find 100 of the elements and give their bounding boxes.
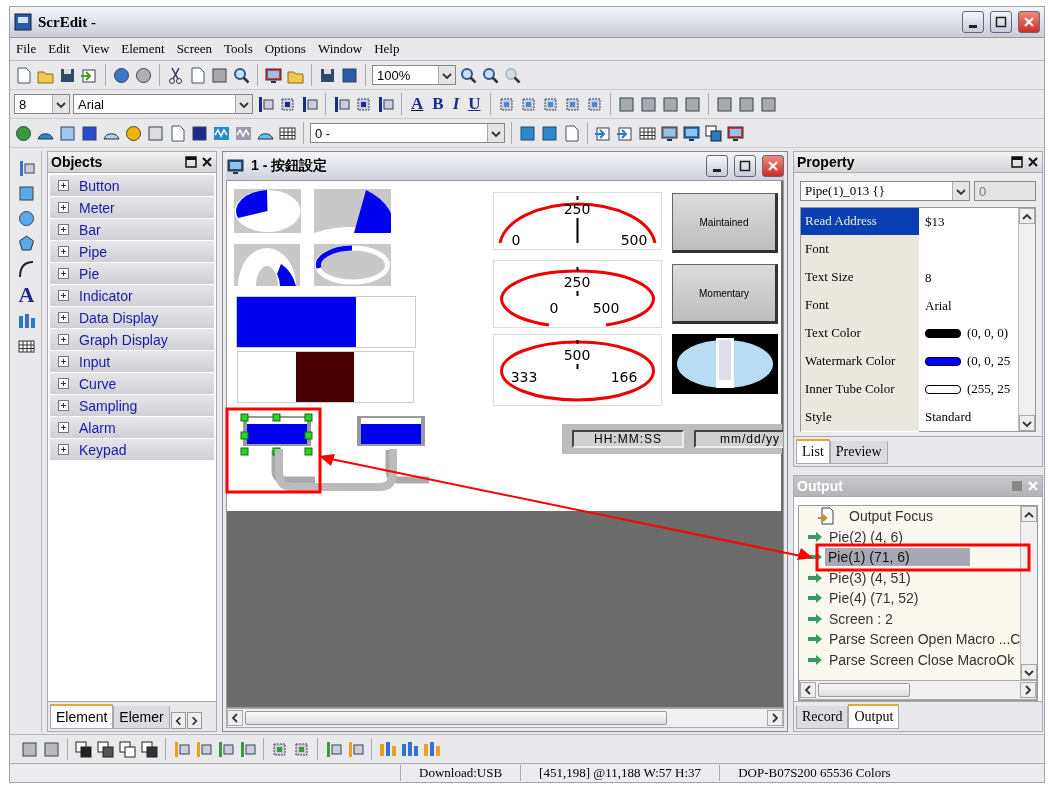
restore-icon[interactable]: [185, 156, 197, 168]
download-icon[interactable]: [682, 123, 701, 143]
panel-tab[interactable]: Output: [848, 704, 900, 729]
size-icon[interactable]: [400, 739, 419, 759]
font-dropdown[interactable]: Arial: [73, 94, 253, 114]
output-row[interactable]: Parse Screen Open Macro ...C: [799, 629, 1021, 650]
minimize-button[interactable]: [706, 155, 728, 177]
menu-item[interactable]: Window: [317, 41, 363, 57]
text-style-button[interactable]: I: [449, 94, 463, 114]
size-icon[interactable]: [378, 739, 397, 759]
object-category[interactable]: Indicator: [50, 285, 214, 306]
menu-item[interactable]: File: [16, 41, 37, 57]
expand-icon[interactable]: [58, 400, 69, 411]
scroll-right-button[interactable]: [1020, 682, 1037, 698]
expand-icon[interactable]: [58, 444, 69, 455]
panel-tab[interactable]: Elemer: [113, 706, 170, 729]
expand-icon[interactable]: [58, 180, 69, 191]
expand-icon[interactable]: [58, 224, 69, 235]
element-dropdown[interactable]: 0 -: [310, 123, 505, 143]
expand-icon[interactable]: [58, 312, 69, 323]
close-button[interactable]: [1018, 11, 1040, 33]
on-button-icon[interactable]: [14, 123, 33, 143]
menu-item[interactable]: Screen: [176, 41, 212, 57]
scroll-down-button[interactable]: [1019, 415, 1036, 431]
scale-icon[interactable]: [17, 312, 36, 331]
panel-tab[interactable]: Element: [50, 704, 114, 729]
layer-icon[interactable]: [118, 739, 137, 759]
object-category[interactable]: Meter: [50, 197, 214, 218]
zoom-in-icon[interactable]: [459, 65, 478, 85]
property-name[interactable]: Inner Tube Color: [801, 374, 919, 404]
search-icon[interactable]: [232, 65, 251, 85]
object-category[interactable]: Pipe: [50, 241, 214, 262]
property-name[interactable]: Font: [801, 291, 919, 320]
scrollbar-thumb[interactable]: [245, 711, 667, 725]
maximize-button[interactable]: [990, 11, 1012, 33]
new-file-icon[interactable]: [14, 65, 33, 85]
expand-icon[interactable]: [58, 202, 69, 213]
text-style-button[interactable]: U: [465, 94, 484, 114]
align-icon[interactable]: [332, 94, 351, 114]
object-category[interactable]: Data Display: [50, 307, 214, 328]
scroll-up-button[interactable]: [1021, 506, 1038, 522]
menu-item[interactable]: Tools: [224, 41, 253, 57]
menu-item[interactable]: Element: [121, 41, 165, 57]
layer-icon[interactable]: [140, 739, 159, 759]
object-category[interactable]: Pie: [50, 263, 214, 284]
horizontal-scrollbar[interactable]: [799, 680, 1038, 700]
panel-tab[interactable]: Record: [796, 706, 849, 729]
hmi-button[interactable]: Momentary: [672, 264, 778, 324]
hmi-button[interactable]: Maintained: [672, 193, 778, 253]
panel-tab[interactable]: Preview: [829, 441, 888, 464]
size-icon[interactable]: [422, 739, 441, 759]
indicator-icon[interactable]: [124, 123, 143, 143]
output-row[interactable]: Screen : 2: [799, 608, 1021, 629]
close-icon[interactable]: [201, 156, 213, 168]
scrollbar-thumb[interactable]: [818, 683, 910, 697]
align-icon[interactable]: [300, 94, 319, 114]
pencil-icon[interactable]: [17, 159, 36, 178]
property-name[interactable]: Font: [801, 235, 919, 265]
horizontal-scrollbar[interactable]: [226, 708, 784, 728]
rectangle-icon[interactable]: [17, 184, 36, 203]
layer-icon[interactable]: [96, 739, 115, 759]
zoom-out-icon[interactable]: [481, 65, 500, 85]
object-category[interactable]: Curve: [50, 373, 214, 394]
scroll-down-button[interactable]: [1021, 664, 1038, 680]
output-row[interactable]: Parse Screen Close MacroOk: [799, 649, 1021, 670]
expand-icon[interactable]: [58, 356, 69, 367]
scroll-right-button[interactable]: [186, 712, 202, 729]
output-row[interactable]: Output Focus: [799, 506, 1021, 527]
object-category[interactable]: Keypad: [50, 439, 214, 460]
spacing-icon[interactable]: [346, 739, 365, 759]
layer-icon[interactable]: [74, 739, 93, 759]
expand-icon[interactable]: [58, 422, 69, 433]
object-category[interactable]: Graph Display: [50, 329, 214, 350]
restore-icon[interactable]: [1011, 156, 1024, 168]
scroll-left-button[interactable]: [227, 710, 243, 726]
expand-icon[interactable]: [58, 268, 69, 279]
object-category[interactable]: Bar: [50, 219, 214, 240]
text-tool-button[interactable]: A: [18, 284, 35, 306]
menu-item[interactable]: Options: [264, 41, 306, 57]
expand-icon[interactable]: [58, 290, 69, 301]
object-category[interactable]: Button: [50, 175, 214, 196]
align-icon[interactable]: [256, 94, 275, 114]
text-style-button[interactable]: B: [429, 94, 447, 114]
object-dropdown[interactable]: Pipe(1)_013 {}: [800, 181, 970, 201]
menu-item[interactable]: Edit: [48, 41, 70, 57]
bar-icon[interactable]: [58, 123, 77, 143]
zoom-reset-icon[interactable]: [503, 65, 522, 85]
table-icon[interactable]: [17, 337, 36, 356]
expand-icon[interactable]: [58, 334, 69, 345]
maximize-button[interactable]: [734, 155, 756, 177]
zoom-dropdown[interactable]: 100%: [372, 65, 456, 85]
minimize-button[interactable]: [962, 11, 984, 33]
align-icon[interactable]: [376, 94, 395, 114]
object-category[interactable]: Alarm: [50, 417, 214, 438]
panel-tab[interactable]: List: [796, 439, 830, 464]
expand-icon[interactable]: [58, 246, 69, 257]
scissors-icon[interactable]: [166, 65, 185, 85]
menu-item[interactable]: Help: [374, 41, 400, 57]
font-size-dropdown[interactable]: 8: [14, 94, 70, 114]
property-name[interactable]: Read Address: [801, 207, 919, 237]
